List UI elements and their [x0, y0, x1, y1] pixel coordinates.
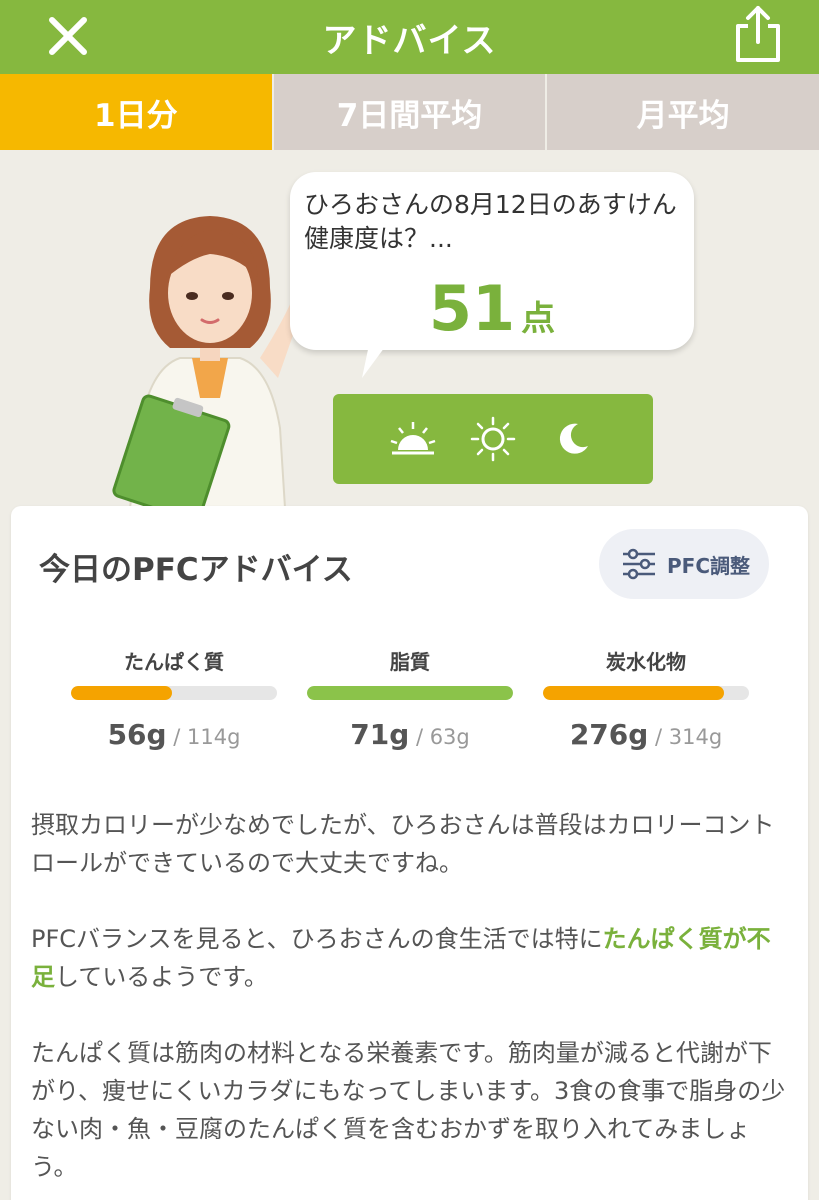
tab-monthly-average[interactable]: 月平均	[547, 74, 819, 150]
nutrient-carbs: 炭水化物 276g / 314g	[543, 646, 749, 751]
moon-icon[interactable]	[550, 416, 596, 462]
nutrient-label: たんぱく質	[124, 650, 224, 674]
pfc-advice-card: 今日のPFCアドバイス PFC調整 たんぱく質 56g / 114g 脂質 71…	[11, 506, 808, 1200]
bubble-message: ひろおさんの8月12日のあすけん 健康度は？...	[304, 188, 680, 256]
page-title: アドバイス	[322, 20, 497, 61]
bubble-tail	[362, 340, 390, 378]
nutrient-value: 276g / 314g	[543, 718, 749, 751]
advice-paragraph-3: たんぱく質は筋肉の材料となる栄養素です。筋肉量が減ると代謝が下がり、痩せにくいカ…	[31, 1039, 786, 1181]
sliders-icon	[623, 548, 655, 580]
app-header: アドバイス	[0, 0, 819, 74]
nutrient-amount: 71g	[350, 718, 410, 751]
meal-time-panel	[333, 394, 653, 484]
pfc-adjust-button[interactable]: PFC調整	[599, 529, 769, 599]
nutrient-protein: たんぱく質 56g / 114g	[71, 646, 277, 751]
bubble-line-1: ひろおさんの8月12日のあすけん	[304, 190, 677, 219]
period-tabs: 1日分 7日間平均 月平均	[0, 74, 819, 150]
nutrient-label: 炭水化物	[606, 650, 686, 674]
nutrient-target: / 314g	[648, 725, 723, 749]
nutrient-bar	[307, 686, 513, 700]
nutrient-bar-fill	[71, 686, 172, 700]
health-score: 51 点	[290, 272, 694, 345]
sunrise-icon[interactable]	[390, 416, 436, 462]
share-button[interactable]	[732, 4, 784, 64]
nutrient-bar	[543, 686, 749, 700]
score-unit: 点	[521, 299, 556, 339]
nutrient-value: 71g / 63g	[307, 718, 513, 751]
nutrient-fat: 脂質 71g / 63g	[307, 646, 513, 751]
tab-7day-average[interactable]: 7日間平均	[274, 74, 548, 150]
advice-paragraph-1: 摂取カロリーが少なめでしたが、ひろおさんは普段はカロリーコントロールができている…	[31, 811, 775, 877]
bubble-line-2: 健康度は？...	[304, 224, 453, 253]
advice-text: 摂取カロリーが少なめでしたが、ひろおさんは普段はカロリーコントロールができている…	[31, 806, 791, 1200]
sun-icon[interactable]	[470, 416, 516, 462]
nutrient-bar	[71, 686, 277, 700]
advisor-character	[112, 216, 298, 508]
score-value: 51	[428, 272, 516, 345]
score-speech-bubble: ひろおさんの8月12日のあすけん 健康度は？... 51 点	[290, 172, 694, 350]
advice-p2-before: PFCバランスを見ると、ひろおさんの食生活では特に	[31, 925, 603, 953]
nutrient-bar-fill	[307, 686, 513, 700]
hero-section: ひろおさんの8月12日のあすけん 健康度は？... 51 点	[0, 150, 819, 510]
advice-p2-after: しているようです。	[55, 963, 268, 991]
pfc-adjust-label: PFC調整	[667, 553, 750, 578]
close-icon	[49, 17, 87, 55]
nutrient-amount: 276g	[569, 718, 649, 751]
nutrient-target: / 63g	[409, 725, 470, 749]
share-icon	[736, 6, 780, 62]
card-title: 今日のPFCアドバイス	[39, 552, 353, 588]
advice-paragraph-2: PFCバランスを見ると、ひろおさんの食生活では特にたんぱく質が不足しているようで…	[31, 920, 791, 996]
nutrient-target: / 114g	[166, 725, 241, 749]
nutrient-bar-fill	[543, 686, 725, 700]
nutrient-label: 脂質	[390, 650, 430, 674]
nutrient-value: 56g / 114g	[71, 718, 277, 751]
nutrient-amount: 56g	[107, 718, 167, 751]
close-button[interactable]	[44, 12, 92, 60]
tab-1day[interactable]: 1日分	[0, 74, 274, 150]
